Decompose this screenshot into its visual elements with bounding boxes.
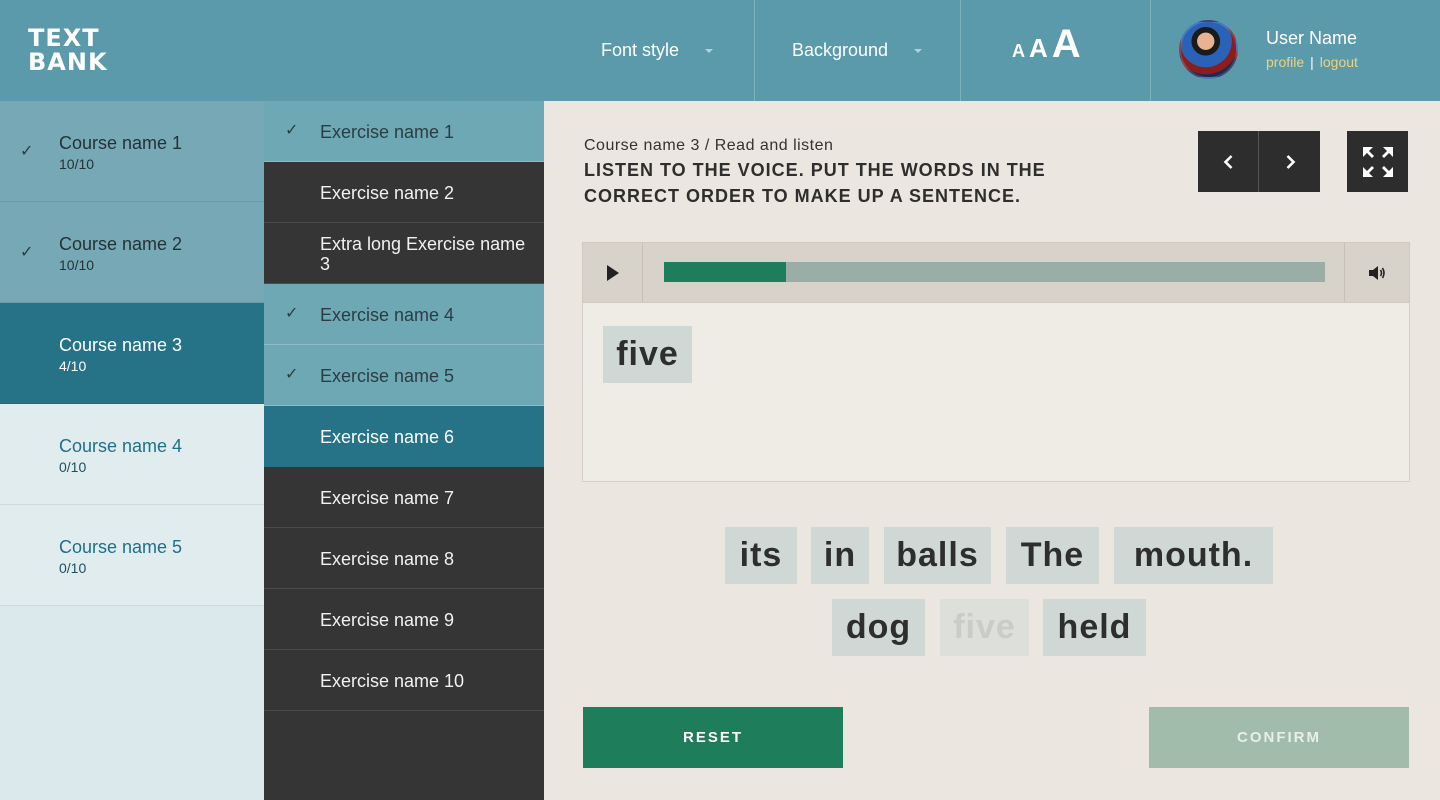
exercise-item[interactable]: Exercise name 7: [264, 467, 544, 528]
exercise-name: Exercise name 9: [320, 609, 455, 630]
exercise-item[interactable]: Exercise name 6: [264, 406, 544, 467]
font-size-large-button[interactable]: A: [1052, 22, 1081, 67]
logout-link[interactable]: logout: [1320, 54, 1358, 70]
word-chip[interactable]: held: [1043, 599, 1146, 656]
course-item[interactable]: Course name 3 4/10: [0, 303, 264, 404]
word-chip[interactable]: in: [811, 527, 869, 584]
logo[interactable]: TEXT BANK: [28, 26, 108, 74]
course-progress: 10/10: [59, 156, 95, 172]
logo-line-1: TEXT: [28, 24, 100, 52]
app-header: TEXT BANK Font style Background A A A Us…: [0, 0, 1440, 101]
previous-button[interactable]: [1198, 131, 1259, 192]
user-links: profile | logout: [1266, 54, 1358, 70]
fullscreen-button[interactable]: [1347, 131, 1408, 192]
course-item[interactable]: Course name 4 0/10: [0, 404, 264, 505]
font-style-dropdown[interactable]: Font style: [601, 0, 714, 101]
play-icon: [606, 264, 619, 281]
exercise-item[interactable]: ✓ Exercise name 5: [264, 345, 544, 406]
header-divider: [1150, 0, 1151, 101]
word-chip[interactable]: dog: [832, 599, 925, 656]
word-chip[interactable]: The: [1006, 527, 1099, 584]
exercise-name: Exercise name 5: [320, 365, 455, 386]
exercise-panel: Course name 3 / Read and listen LISTEN T…: [544, 101, 1440, 800]
exercise-item[interactable]: Exercise name 8: [264, 528, 544, 589]
background-dropdown[interactable]: Background: [792, 0, 923, 101]
chevron-down-icon: [914, 48, 923, 53]
confirm-button[interactable]: CONFIRM: [1149, 707, 1409, 768]
volume-icon: [1369, 265, 1385, 280]
exercise-name: Exercise name 1: [320, 121, 455, 142]
word-chip[interactable]: balls: [884, 527, 991, 584]
exercise-list: ✓ Exercise name 1 Exercise name 2 Extra …: [264, 101, 544, 800]
font-style-label: Font style: [601, 40, 680, 60]
volume-button[interactable]: [1344, 243, 1409, 302]
user-name: User Name: [1266, 28, 1358, 48]
avatar[interactable]: [1179, 20, 1238, 79]
reset-button[interactable]: RESET: [583, 707, 843, 768]
chevron-left-icon: [1223, 154, 1232, 169]
audio-progress-fill: [664, 262, 786, 282]
check-icon: ✓: [285, 305, 299, 322]
exercise-item[interactable]: Exercise name 2: [264, 162, 544, 223]
exercise-name: Exercise name 4: [320, 304, 455, 325]
course-item[interactable]: ✓ Course name 2 10/10: [0, 202, 264, 303]
course-name: Course name 5: [59, 537, 183, 557]
instruction-text: LISTEN TO THE VOICE. PUT THE WORDS IN TH…: [584, 160, 1046, 206]
exercise-item[interactable]: ✓ Exercise name 1: [264, 101, 544, 162]
header-divider: [960, 0, 961, 101]
course-progress: 10/10: [59, 257, 95, 273]
check-icon: ✓: [285, 122, 299, 139]
header-divider: [754, 0, 755, 101]
word-chip-used: five: [940, 599, 1029, 656]
font-size-small-button[interactable]: A: [1012, 41, 1025, 62]
profile-link[interactable]: profile: [1266, 54, 1304, 70]
course-progress: 0/10: [59, 560, 87, 576]
course-name: Course name 4: [59, 436, 183, 456]
answer-area[interactable]: five: [582, 303, 1410, 482]
answer-word-chip[interactable]: five: [603, 326, 692, 383]
word-chip[interactable]: its: [725, 527, 797, 584]
logo-line-2: BANK: [28, 48, 108, 76]
exercise-name: Exercise name 7: [320, 487, 455, 508]
play-button[interactable]: [583, 243, 643, 302]
breadcrumb: Course name 3 / Read and listen: [584, 137, 834, 154]
course-name: Course name 3: [59, 335, 183, 355]
course-name: Course name 2: [59, 234, 183, 254]
exercise-item[interactable]: Exercise name 9: [264, 589, 544, 650]
exercise-item[interactable]: ✓ Exercise name 4: [264, 284, 544, 345]
check-icon: ✓: [285, 366, 299, 383]
chevron-down-icon: [705, 48, 714, 53]
exercise-name: Exercise name 2: [320, 182, 455, 203]
chevron-right-icon: [1286, 154, 1295, 169]
exercise-name: Exercise name 6: [320, 426, 455, 447]
check-icon: ✓: [20, 244, 34, 261]
audio-player: [582, 242, 1410, 303]
background-label: Background: [792, 40, 889, 60]
audio-progress-bar[interactable]: [664, 262, 1325, 282]
exercise-item[interactable]: Exercise name 10: [264, 650, 544, 711]
course-name: Course name 1: [59, 133, 183, 153]
font-size-selector: A A A: [1012, 22, 1085, 67]
exercise-name: Extra long Exercise name 3: [320, 233, 526, 274]
word-chip[interactable]: mouth.: [1114, 527, 1273, 584]
exercise-item[interactable]: Extra long Exercise name 3: [264, 223, 544, 284]
link-separator: |: [1310, 54, 1314, 70]
course-item[interactable]: Course name 5 0/10: [0, 505, 264, 606]
course-list: ✓ Course name 1 10/10 ✓ Course name 2 10…: [0, 101, 264, 800]
exercise-name: Exercise name 8: [320, 548, 455, 569]
font-size-medium-button[interactable]: A: [1029, 33, 1048, 64]
exercise-name: Exercise name 10: [320, 670, 465, 691]
course-progress: 4/10: [59, 358, 87, 374]
course-progress: 0/10: [59, 459, 87, 475]
expand-icon: [1362, 146, 1393, 177]
check-icon: ✓: [20, 143, 34, 160]
course-item[interactable]: ✓ Course name 1 10/10: [0, 101, 264, 202]
next-button[interactable]: [1259, 131, 1320, 192]
